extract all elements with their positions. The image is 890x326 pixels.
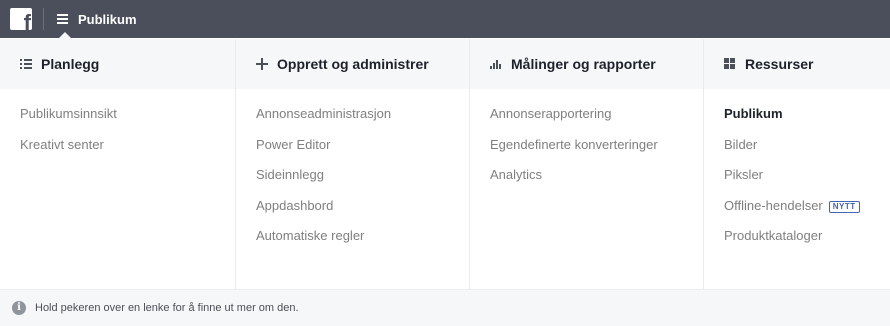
menu-link-bilder[interactable]: Bilder	[724, 137, 890, 153]
dropdown-caret	[58, 32, 72, 39]
column-title: Planlegg	[41, 56, 100, 72]
hamburger-icon	[57, 14, 68, 24]
list-icon	[20, 58, 32, 70]
column-header: Opprett og administrer	[236, 39, 469, 89]
column-title: Målinger og rapporter	[511, 56, 656, 72]
facebook-logo-icon[interactable]: f	[10, 8, 32, 30]
column-opprett-og-administrer: Opprett og administrer Annonseadministra…	[236, 39, 470, 289]
top-bar: f Publikum	[0, 0, 890, 39]
footer-hint-bar: i Hold pekeren over en lenke for å finne…	[0, 289, 890, 326]
menu-title: Publikum	[78, 11, 137, 27]
menu-link-annonserapportering[interactable]: Annonserapportering	[490, 106, 703, 122]
top-bar-divider	[43, 8, 44, 30]
menu-link-analytics[interactable]: Analytics	[490, 167, 703, 183]
menu-link-sideinnlegg[interactable]: Sideinnlegg	[256, 167, 469, 183]
menu-link-kreativt-senter[interactable]: Kreativt senter	[20, 137, 235, 153]
column-malinger-og-rapporter: Målinger og rapporter Annonserapporterin…	[470, 39, 704, 289]
menu-link-appdashbord[interactable]: Appdashbord	[256, 198, 469, 214]
grid-icon	[724, 58, 736, 70]
footer-hint-text: Hold pekeren over en lenke for å finne u…	[35, 302, 299, 314]
menu-link-publikum[interactable]: Publikum	[724, 106, 890, 122]
bar-chart-icon	[490, 58, 502, 70]
column-ressurser: Ressurser Publikum Bilder Piksler Offlin…	[704, 39, 890, 289]
menu-link-power-editor[interactable]: Power Editor	[256, 137, 469, 153]
column-planlegg: Planlegg Publikumsinnsikt Kreativt sente…	[0, 39, 236, 289]
menu-link-annonseadministrasjon[interactable]: Annonseadministrasjon	[256, 106, 469, 122]
menu-link-label: Offline-hendelser	[724, 197, 823, 213]
column-title: Ressurser	[745, 56, 814, 72]
column-header: Ressurser	[704, 39, 890, 89]
menu-link-piksler[interactable]: Piksler	[724, 167, 890, 183]
column-header: Målinger og rapporter	[470, 39, 703, 89]
new-badge: NYTT	[828, 200, 860, 213]
menu-link-publikumsinnsikt[interactable]: Publikumsinnsikt	[20, 106, 235, 122]
menu-link-automatiske-regler[interactable]: Automatiske regler	[256, 228, 469, 244]
info-icon: i	[12, 301, 26, 315]
menu-link-egendefinerte-konverteringer[interactable]: Egendefinerte konverteringer	[490, 137, 703, 153]
menu-link-offline-hendelser[interactable]: Offline-hendelser NYTT	[724, 198, 890, 214]
column-header: Planlegg	[0, 39, 235, 89]
navigation-menu-panel: Planlegg Publikumsinnsikt Kreativt sente…	[0, 39, 890, 289]
menu-link-produktkataloger[interactable]: Produktkataloger	[724, 228, 890, 244]
column-title: Opprett og administrer	[277, 56, 429, 72]
plus-icon	[256, 58, 268, 70]
